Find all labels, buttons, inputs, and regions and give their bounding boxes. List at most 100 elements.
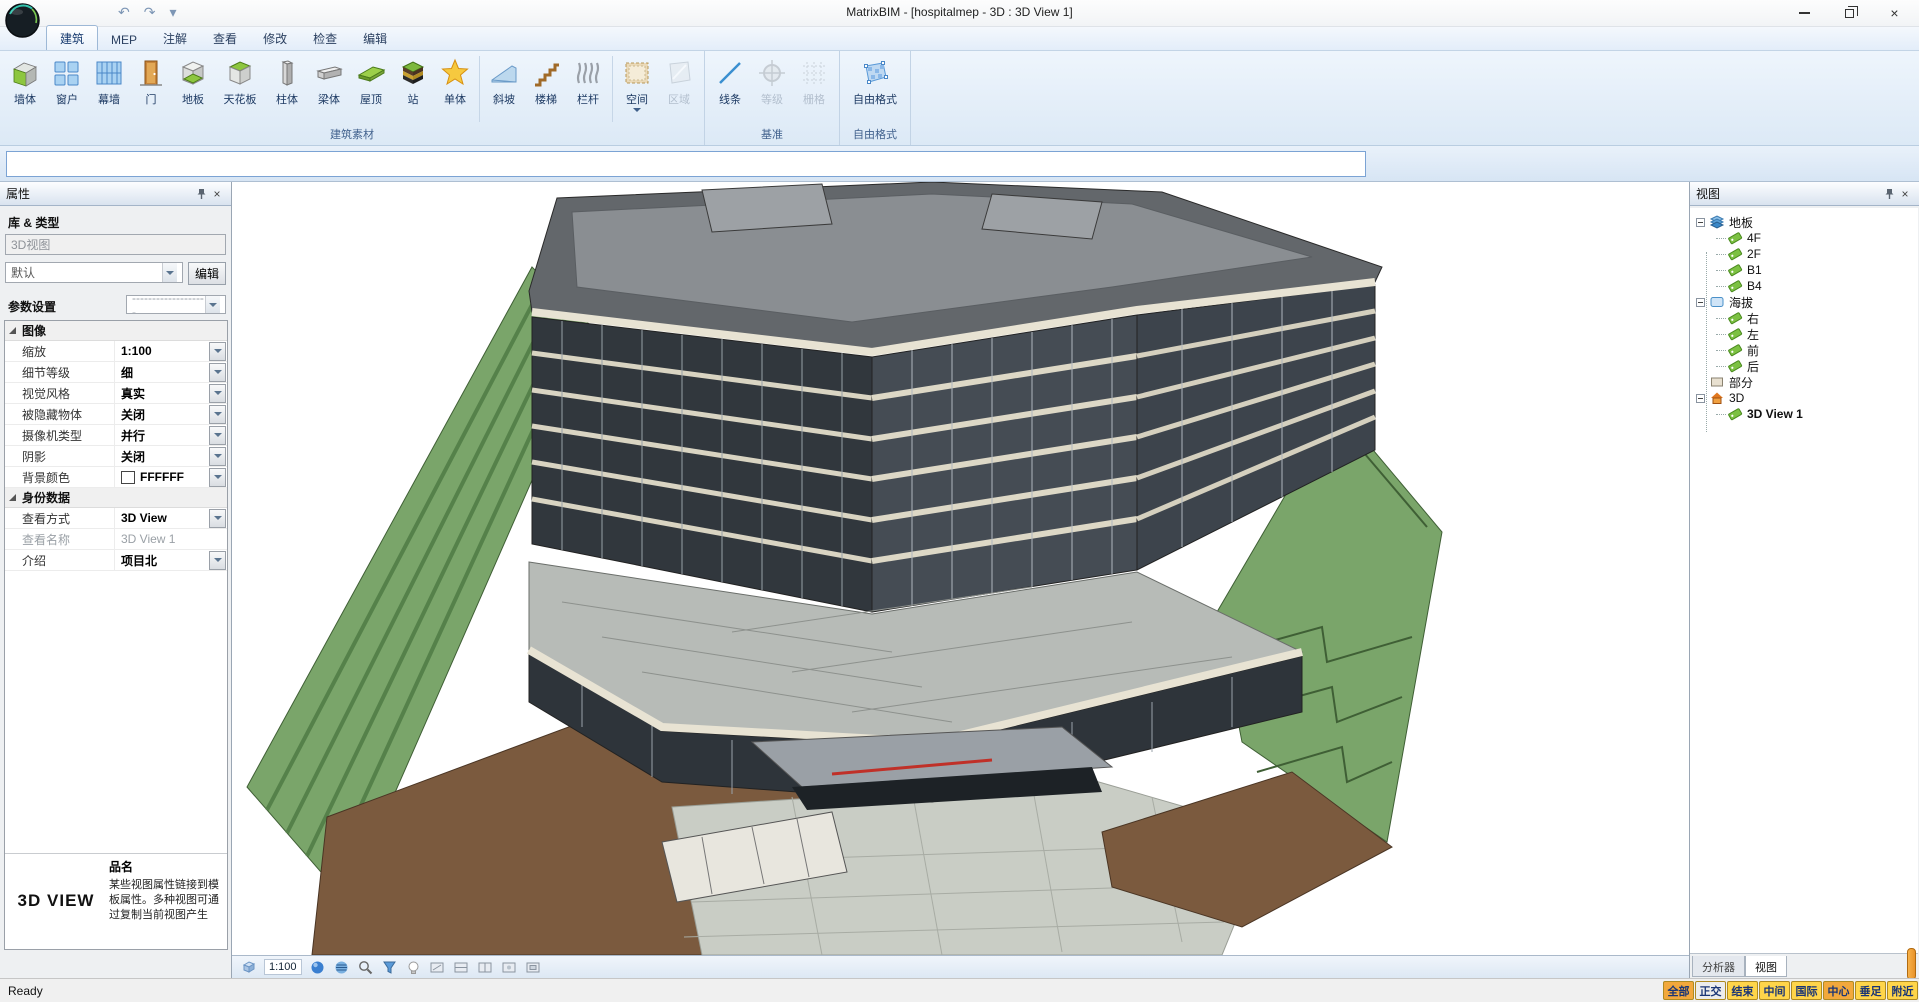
snap-perpendicular-button[interactable]: 垂足 bbox=[1855, 981, 1886, 1000]
filter-icon[interactable] bbox=[381, 959, 398, 976]
sheet-icon-5[interactable] bbox=[525, 959, 542, 976]
tree-node-right[interactable]: 右 bbox=[1690, 310, 1918, 326]
visual-style-dropdown-button[interactable] bbox=[209, 384, 226, 403]
beam-button[interactable]: 梁体 bbox=[308, 54, 350, 110]
tab-analyzer[interactable]: 分析器 bbox=[1692, 956, 1745, 977]
background-color-dropdown-button[interactable] bbox=[209, 468, 226, 487]
minimize-button[interactable] bbox=[1782, 0, 1827, 26]
section-identity[interactable]: 身份数据 bbox=[5, 488, 227, 508]
tab-check[interactable]: 检查 bbox=[300, 26, 350, 50]
freeform-button[interactable]: 自由格式 bbox=[844, 54, 906, 110]
snap-midpoint-button[interactable]: 中间 bbox=[1759, 981, 1790, 1000]
tab-architecture[interactable]: 建筑 bbox=[46, 25, 98, 50]
collapse-expander-icon[interactable] bbox=[1696, 298, 1705, 307]
tab-edit[interactable]: 编辑 bbox=[350, 26, 400, 50]
snap-endpoint-button[interactable]: 结束 bbox=[1727, 981, 1758, 1000]
collapse-expander-icon[interactable] bbox=[1696, 394, 1705, 403]
tree-node-b1[interactable]: B1 bbox=[1690, 262, 1918, 278]
scale-value[interactable]: 1:100 bbox=[115, 344, 208, 358]
close-panel-icon[interactable]: × bbox=[209, 186, 225, 202]
snap-ortho-button[interactable]: 正交 bbox=[1695, 981, 1726, 1000]
isolate-icon[interactable] bbox=[405, 959, 422, 976]
parameter-settings-combo[interactable]: ------------------- bbox=[126, 295, 226, 314]
star-icon bbox=[439, 57, 471, 89]
line-button[interactable]: 线条 bbox=[709, 54, 751, 110]
sheet-icon-4[interactable] bbox=[501, 959, 518, 976]
tree-node-3d[interactable]: 3D bbox=[1690, 390, 1918, 406]
unit-button[interactable]: 单体 bbox=[434, 54, 476, 110]
hidden-objects-dropdown-button[interactable] bbox=[209, 405, 226, 424]
shaded-view-icon[interactable] bbox=[309, 959, 326, 976]
stair-button[interactable]: 楼梯 bbox=[525, 54, 567, 110]
scrollbar-thumb[interactable] bbox=[1907, 948, 1916, 980]
tree-node-b4[interactable]: B4 bbox=[1690, 278, 1918, 294]
view-type-value[interactable]: 3D View bbox=[115, 511, 208, 525]
ramp-button[interactable]: 斜坡 bbox=[483, 54, 525, 110]
command-input[interactable] bbox=[6, 151, 1366, 177]
close-panel-icon[interactable]: × bbox=[1897, 186, 1913, 202]
railing-button[interactable]: 栏杆 bbox=[567, 54, 609, 110]
snap-all-button[interactable]: 全部 bbox=[1663, 981, 1694, 1000]
zoom-region-icon[interactable] bbox=[357, 959, 374, 976]
chevron-down-icon[interactable] bbox=[205, 296, 220, 313]
floor-button[interactable]: 地板 bbox=[172, 54, 214, 110]
sheet-icon-1[interactable] bbox=[429, 959, 446, 976]
section-image[interactable]: 图像 bbox=[5, 321, 227, 341]
collapse-expander-icon[interactable] bbox=[1696, 218, 1705, 227]
tree-node-left[interactable]: 左 bbox=[1690, 326, 1918, 342]
app-menu-orb[interactable] bbox=[4, 2, 41, 39]
restore-button[interactable] bbox=[1827, 0, 1872, 26]
close-button[interactable]: × bbox=[1872, 0, 1917, 26]
window-button[interactable]: 窗户 bbox=[46, 54, 88, 110]
detail-level-dropdown-button[interactable] bbox=[209, 363, 226, 382]
tree-node-floors[interactable]: 地板 bbox=[1690, 214, 1918, 230]
wall-button[interactable]: 墙体 bbox=[4, 54, 46, 110]
tab-annotate[interactable]: 注解 bbox=[150, 26, 200, 50]
scale-dropdown-button[interactable] bbox=[209, 342, 226, 361]
snap-intersection-button[interactable]: 国际 bbox=[1791, 981, 1822, 1000]
viewport-scale-label[interactable]: 1:100 bbox=[264, 959, 302, 975]
site-button[interactable]: 站 bbox=[392, 54, 434, 110]
pin-icon[interactable] bbox=[1881, 186, 1897, 202]
tree-node-front[interactable]: 前 bbox=[1690, 342, 1918, 358]
view-type-dropdown-button[interactable] bbox=[209, 509, 226, 528]
camera-type-value[interactable]: 并行 bbox=[115, 427, 208, 444]
snap-nearest-button[interactable]: 附近 bbox=[1887, 981, 1918, 1000]
shadows-value[interactable]: 关闭 bbox=[115, 448, 208, 465]
camera-type-dropdown-button[interactable] bbox=[209, 426, 226, 445]
tree-node-sections[interactable]: 部分 bbox=[1690, 374, 1918, 390]
tab-views[interactable]: 视图 bbox=[1745, 956, 1787, 977]
shadows-dropdown-button[interactable] bbox=[209, 447, 226, 466]
3d-viewport[interactable] bbox=[232, 182, 1689, 955]
curtain-wall-button[interactable]: 幕墙 bbox=[88, 54, 130, 110]
visual-style-value[interactable]: 真实 bbox=[115, 385, 208, 402]
tree-node-4f[interactable]: 4F bbox=[1690, 230, 1918, 246]
hidden-objects-value[interactable]: 关闭 bbox=[115, 406, 208, 423]
pin-icon[interactable] bbox=[193, 186, 209, 202]
door-button[interactable]: 门 bbox=[130, 54, 172, 110]
tree-node-elevations[interactable]: 海拔 bbox=[1690, 294, 1918, 310]
space-button[interactable]: 空间 bbox=[616, 54, 658, 115]
description-dropdown-button[interactable] bbox=[209, 551, 226, 570]
sheet-icon-2[interactable] bbox=[453, 959, 470, 976]
tree-node-2f[interactable]: 2F bbox=[1690, 246, 1918, 262]
type-combo[interactable]: 默认 bbox=[5, 262, 183, 283]
color-swatch[interactable] bbox=[121, 471, 135, 484]
tab-modify[interactable]: 修改 bbox=[250, 26, 300, 50]
visual-style-icon[interactable] bbox=[333, 959, 350, 976]
sheet-icon-3[interactable] bbox=[477, 959, 494, 976]
background-color-value[interactable]: FFFFFF bbox=[140, 470, 208, 484]
column-button[interactable]: 柱体 bbox=[266, 54, 308, 110]
tree-node-3d-view-1[interactable]: 3D View 1 bbox=[1690, 406, 1918, 422]
detail-level-value[interactable]: 细 bbox=[115, 364, 208, 381]
ceiling-button[interactable]: 天花板 bbox=[214, 54, 266, 110]
description-value[interactable]: 项目北 bbox=[115, 552, 208, 569]
scale-icon[interactable] bbox=[240, 959, 257, 976]
edit-type-button[interactable]: 编辑 bbox=[188, 262, 226, 285]
tab-mep[interactable]: MEP bbox=[98, 29, 150, 50]
snap-center-button[interactable]: 中心 bbox=[1823, 981, 1854, 1000]
tree-node-back[interactable]: 后 bbox=[1690, 358, 1918, 374]
tab-view[interactable]: 查看 bbox=[200, 26, 250, 50]
chevron-down-icon[interactable] bbox=[162, 263, 177, 282]
roof-button[interactable]: 屋顶 bbox=[350, 54, 392, 110]
